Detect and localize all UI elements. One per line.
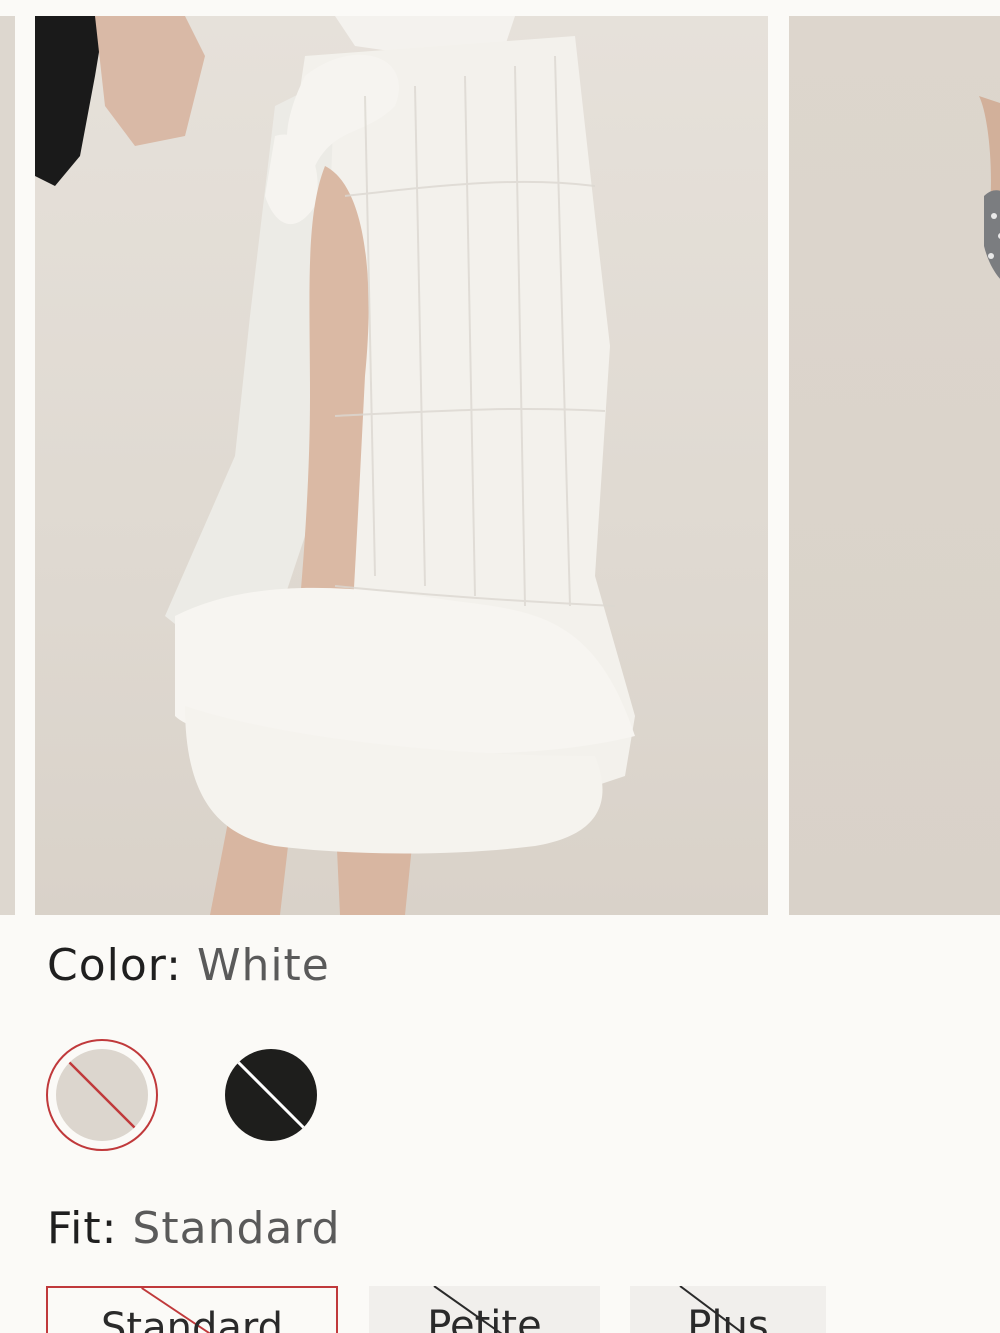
- swatch-white-fill: [56, 1049, 148, 1141]
- fit-option-petite[interactable]: Petite: [369, 1286, 600, 1333]
- fit-value: Standard: [132, 1203, 341, 1254]
- product-page: Color: White Fit: Standard Standard Peti…: [0, 0, 1000, 1333]
- product-image-carousel[interactable]: [0, 0, 1000, 930]
- product-image-main[interactable]: [35, 16, 768, 915]
- unavailable-slash-icon: [59, 1052, 145, 1138]
- fit-option-plus[interactable]: Plus: [630, 1286, 826, 1333]
- next-image-peek[interactable]: [789, 16, 1000, 915]
- unavailable-slash-icon: [227, 1051, 315, 1139]
- color-label: Color:: [47, 940, 182, 991]
- fit-label: Fit:: [47, 1203, 118, 1254]
- swatch-white[interactable]: [46, 1039, 158, 1151]
- fit-option-label: Plus: [687, 1303, 769, 1333]
- swatch-black[interactable]: [215, 1039, 327, 1151]
- color-selection-label: Color: White: [47, 940, 330, 991]
- fit-option-label: Petite: [427, 1303, 542, 1333]
- swatch-black-fill: [225, 1049, 317, 1141]
- fit-option-label: Standard: [101, 1305, 283, 1333]
- previous-image-peek[interactable]: [0, 16, 15, 915]
- color-value: White: [196, 940, 330, 991]
- fit-selection-label: Fit: Standard: [47, 1203, 341, 1254]
- fit-option-standard[interactable]: Standard: [46, 1286, 338, 1333]
